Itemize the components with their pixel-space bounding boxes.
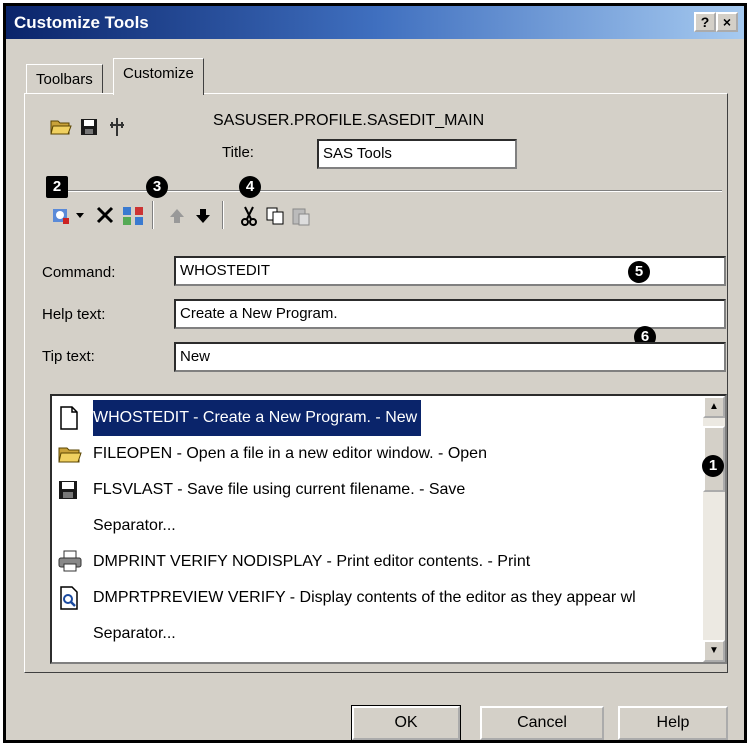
help-button[interactable]: Help xyxy=(618,706,728,740)
list-item[interactable]: WHOSTEDIT - Create a New Program. - New xyxy=(52,400,704,436)
list-item[interactable]: DMPRTPREVIEW VERIFY - Display contents o… xyxy=(52,580,704,616)
list-item-text: Separator... xyxy=(93,625,176,642)
tip-text-label: Tip text: xyxy=(42,348,95,365)
move-down-icon[interactable] xyxy=(192,205,214,227)
help-text-label: Help text: xyxy=(42,306,106,323)
tab-toolbars[interactable]: Toolbars xyxy=(26,64,103,94)
title-label: Title: xyxy=(222,144,254,161)
vertical-scrollbar[interactable]: ▲ ▼ xyxy=(703,396,725,662)
list-item[interactable]: DMPRINT VERIFY NODISPLAY - Print editor … xyxy=(52,544,704,580)
open-folder-icon[interactable] xyxy=(50,116,72,138)
copy-icon[interactable] xyxy=(264,205,286,227)
dropdown-arrow-icon[interactable] xyxy=(73,205,87,227)
open-folder-icon xyxy=(58,442,82,466)
callout-5: 5 xyxy=(628,261,650,283)
scroll-up-button[interactable]: ▲ xyxy=(703,396,725,418)
list-item-text: FLSVLAST - Save file using current filen… xyxy=(93,481,466,498)
list-item-text: FILEOPEN - Open a file in a new editor w… xyxy=(93,445,487,462)
callout-1: 1 xyxy=(702,455,724,477)
callout-4: 4 xyxy=(239,176,261,198)
list-item[interactable]: Separator... xyxy=(52,616,704,652)
list-item[interactable]: Separator... xyxy=(52,508,704,544)
list-item-text: WHOSTEDIT - Create a New Program. - New xyxy=(93,400,422,436)
cancel-button[interactable]: Cancel xyxy=(480,706,604,740)
cut-icon[interactable] xyxy=(238,205,260,227)
window-title: Customize Tools xyxy=(14,13,149,32)
paste-icon[interactable] xyxy=(290,205,312,227)
ok-button[interactable]: OK xyxy=(351,705,461,741)
toolbar-separator xyxy=(222,201,224,229)
profile-path: SASUSER.PROFILE.SASEDIT_MAIN xyxy=(213,112,485,129)
title-bar: Customize Tools xyxy=(6,6,744,39)
save-disk-icon[interactable] xyxy=(78,116,100,138)
help-text-input[interactable]: Create a New Program. xyxy=(174,299,726,329)
toolbar-separator xyxy=(152,201,154,229)
list-item-text: DMPRTPREVIEW VERIFY - Display contents o… xyxy=(93,589,636,606)
print-preview-icon xyxy=(58,586,82,610)
scroll-down-button[interactable]: ▼ xyxy=(703,640,725,662)
new-document-icon xyxy=(58,406,82,430)
tip-text-input[interactable]: New xyxy=(174,342,726,372)
list-item-text: Separator... xyxy=(93,517,176,534)
title-input[interactable]: SAS Tools xyxy=(317,139,517,169)
command-list[interactable]: WHOSTEDIT - Create a New Program. - New … xyxy=(50,394,727,664)
close-button[interactable]: × xyxy=(716,12,738,32)
command-label: Command: xyxy=(42,264,116,281)
list-item-text: DMPRINT VERIFY NODISPLAY - Print editor … xyxy=(93,553,531,570)
delete-icon[interactable] xyxy=(94,204,116,226)
callout-3: 3 xyxy=(146,176,168,198)
connector-icon[interactable] xyxy=(106,116,128,138)
insert-separator-icon[interactable] xyxy=(122,205,144,227)
callout-2: 2 xyxy=(46,176,68,198)
help-title-button[interactable]: ? xyxy=(694,12,716,32)
tab-customize[interactable]: Customize xyxy=(113,58,204,95)
list-item[interactable]: FLSVLAST - Save file using current filen… xyxy=(52,472,704,508)
list-item[interactable]: FILEOPEN - Open a file in a new editor w… xyxy=(52,436,704,472)
printer-icon xyxy=(58,550,82,574)
move-up-icon[interactable] xyxy=(166,205,188,227)
save-disk-icon xyxy=(58,478,82,502)
add-tool-icon[interactable] xyxy=(50,205,72,227)
customize-tools-dialog: Customize Tools ? × Toolbars Customize S… xyxy=(3,3,747,743)
